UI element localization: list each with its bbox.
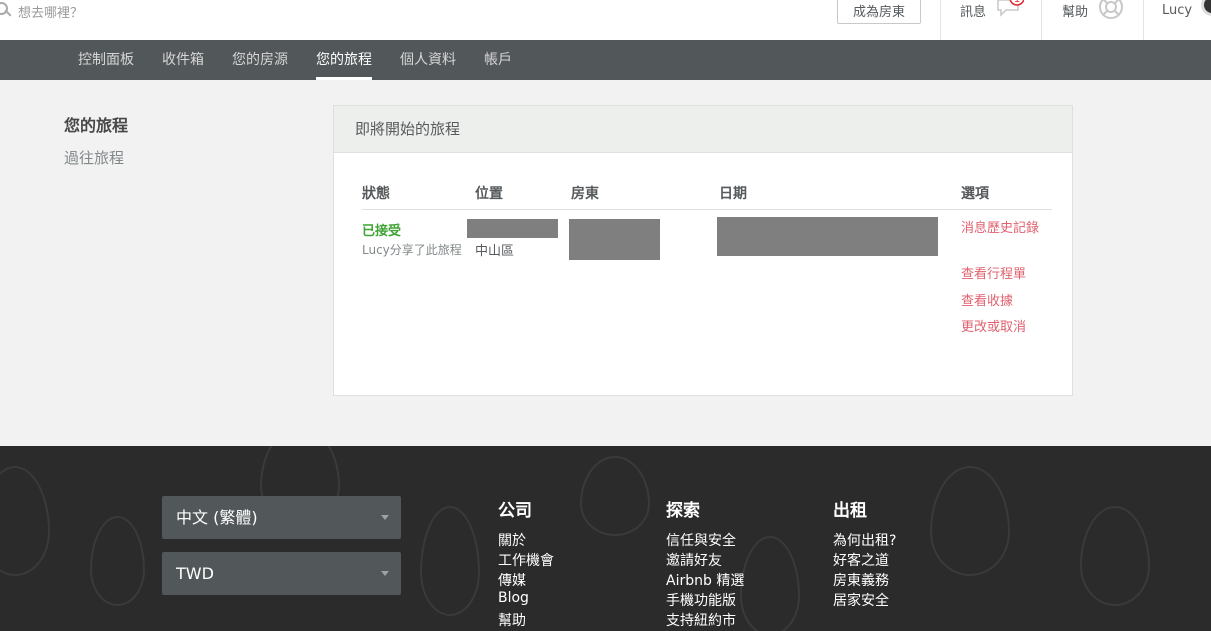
messages-badge: 1	[1014, 0, 1020, 5]
redacted-dates	[717, 217, 938, 256]
column-header-options: 選項	[961, 186, 989, 202]
footer-link-press[interactable]: 傳媒	[498, 570, 526, 590]
sidebar-past-trips[interactable]: 過往旅程	[64, 147, 124, 168]
search-box[interactable]: 想去哪裡？	[0, 0, 83, 22]
footer-heading-hosting: 出租	[833, 501, 867, 521]
divider	[940, 0, 941, 40]
header-divider	[362, 209, 1052, 210]
footer-heading-company: 公司	[498, 501, 532, 521]
tab-dashboard[interactable]: 控制面板	[78, 40, 134, 80]
tab-your-trips-label: 您的旅程	[316, 52, 372, 68]
footer-link-blog[interactable]: Blog	[498, 590, 529, 606]
footer-link-invite-friends[interactable]: 邀請好友	[666, 550, 722, 570]
footer-pattern	[420, 506, 480, 616]
language-value: 中文 (繁體)	[176, 508, 258, 527]
footer-link-home-safety[interactable]: 居家安全	[833, 590, 889, 610]
tab-inbox[interactable]: 收件箱	[162, 40, 204, 80]
view-itinerary-link[interactable]: 查看行程單	[961, 265, 1045, 285]
redacted-host	[569, 219, 660, 260]
help-label: 幫助	[1062, 4, 1089, 20]
become-host-button[interactable]: 成為房東	[837, 0, 921, 24]
message-history-link[interactable]: 消息歷史記錄	[961, 219, 1045, 239]
view-receipt-link[interactable]: 查看收據	[961, 292, 1045, 312]
divider	[1041, 0, 1042, 40]
footer-pattern	[740, 536, 800, 631]
footer-pattern	[580, 456, 650, 536]
user-name: Lucy	[1162, 2, 1193, 18]
status-note: Lucy分享了此旅程	[362, 243, 462, 257]
chevron-down-icon	[381, 515, 389, 520]
chevron-down-icon	[381, 571, 389, 576]
tab-your-trips[interactable]: 您的旅程	[316, 40, 372, 80]
column-header-status: 狀態	[362, 186, 390, 202]
avatar[interactable]	[1201, 0, 1211, 16]
footer-pattern	[90, 516, 145, 606]
user-menu[interactable]: Lucy	[1162, 0, 1192, 20]
footer-link-about[interactable]: 關於	[498, 530, 526, 550]
footer-link-airbnb-picks[interactable]: Airbnb 精選	[666, 570, 744, 590]
top-bar: 想去哪裡？ 成為房東 訊息 1 幫助 Lucy	[0, 0, 1211, 40]
search-icon	[0, 2, 14, 19]
upcoming-trips-panel: 即將開始的旅程 狀態 位置 房東 日期 選項 已接受 Lucy分享了此旅程 中山…	[333, 105, 1073, 396]
column-header-location: 位置	[475, 186, 503, 202]
footer-pattern	[930, 466, 1010, 576]
tab-account[interactable]: 帳戶	[484, 40, 512, 80]
footer-link-careers[interactable]: 工作機會	[498, 550, 554, 570]
tab-listings[interactable]: 您的房源	[232, 40, 288, 80]
search-placeholder: 想去哪裡？	[18, 5, 84, 21]
column-header-dates: 日期	[719, 186, 747, 202]
currency-select[interactable]: TWD	[162, 552, 401, 595]
footer-link-trust-safety[interactable]: 信任與安全	[666, 530, 736, 550]
lifebuoy-icon[interactable]	[1098, 0, 1124, 20]
footer-link-hospitality[interactable]: 好客之道	[833, 550, 889, 570]
trip-location: 中山區	[475, 244, 515, 259]
footer-link-why-host[interactable]: 為何出租?	[833, 530, 896, 550]
footer-heading-discover: 探索	[666, 501, 700, 521]
messages-label: 訊息	[960, 4, 987, 20]
footer-link-mobile[interactable]: 手機功能版	[666, 590, 736, 610]
tab-profile[interactable]: 個人資料	[400, 40, 456, 80]
footer-link-help[interactable]: 幫助	[498, 610, 526, 630]
divider	[1143, 0, 1144, 40]
dashboard-nav: 控制面板 收件箱 您的房源 您的旅程 個人資料 帳戶	[0, 40, 1211, 80]
panel-title: 即將開始的旅程	[334, 106, 1072, 153]
sidebar-your-trips[interactable]: 您的旅程	[64, 112, 128, 136]
footer-pattern	[0, 466, 50, 576]
chat-bubble-icon[interactable]: 1	[996, 0, 1024, 18]
footer-link-support-nyc[interactable]: 支持紐約市	[666, 610, 736, 630]
column-header-host: 房東	[571, 186, 599, 202]
footer-link-responsible-hosting[interactable]: 房東義務	[833, 570, 889, 590]
language-select[interactable]: 中文 (繁體)	[162, 496, 401, 539]
active-tab-indicator	[316, 77, 372, 80]
redacted-address	[467, 219, 558, 238]
change-or-cancel-link[interactable]: 更改或取消	[961, 318, 1045, 338]
currency-value: TWD	[176, 564, 214, 583]
footer-pattern	[1080, 506, 1150, 606]
help-link[interactable]: 幫助	[1062, 0, 1088, 20]
messages-link[interactable]: 訊息	[960, 0, 986, 20]
footer: 中文 (繁體) TWD 公司 關於 工作機會 傳媒 Blog 幫助 探索 信任與…	[0, 446, 1211, 631]
status-badge: 已接受	[362, 224, 402, 239]
